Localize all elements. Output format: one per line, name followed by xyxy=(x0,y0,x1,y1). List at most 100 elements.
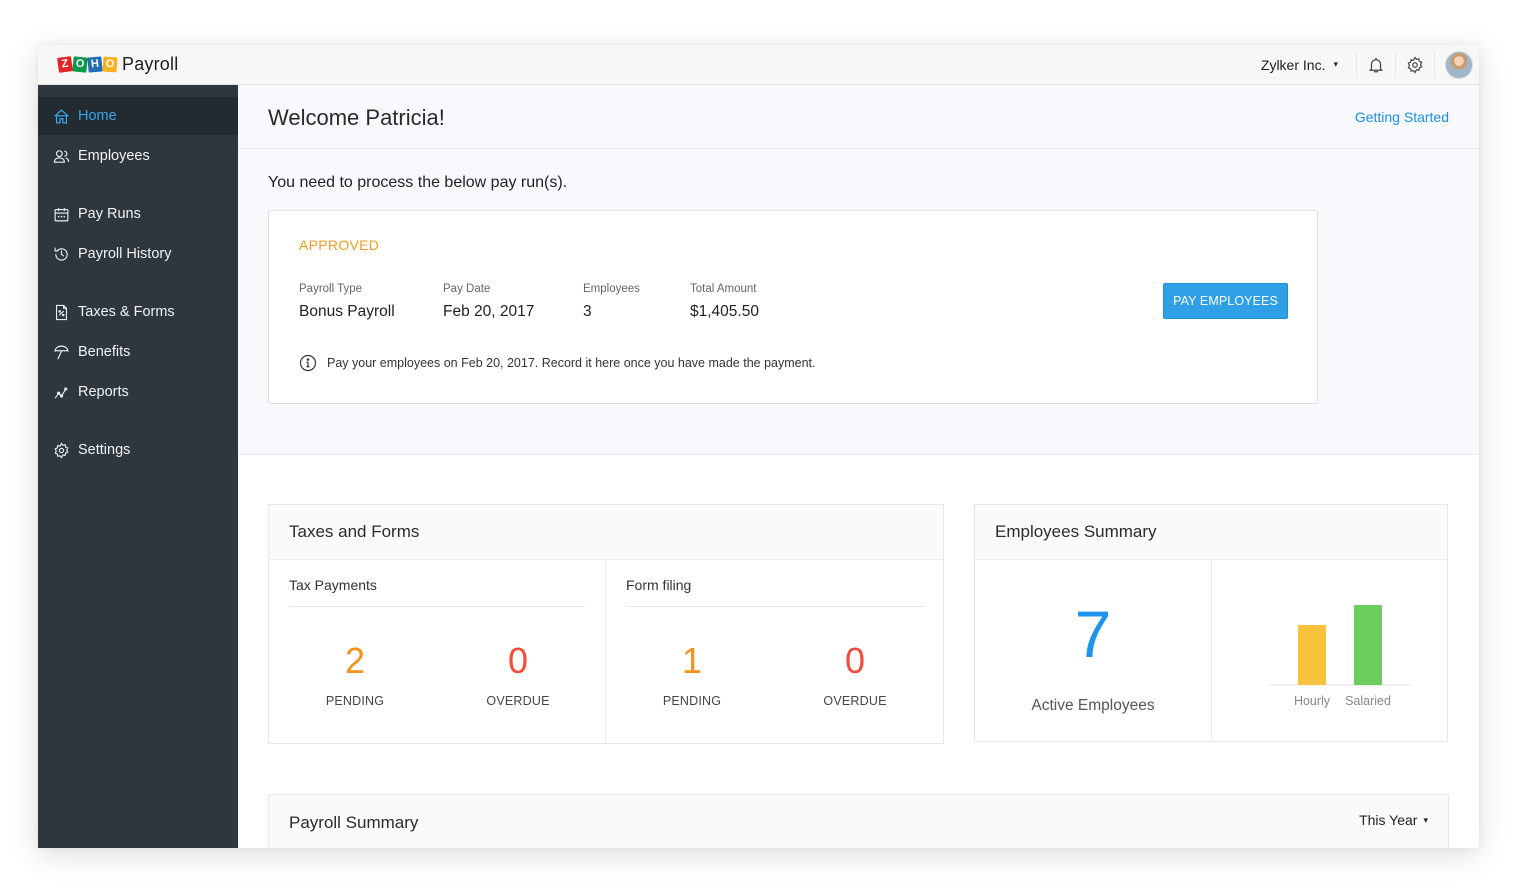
chevron-down-icon: ▾ xyxy=(1333,59,1338,70)
page-header: Welcome Patricia! Getting Started xyxy=(238,85,1479,149)
pay-run-card: APPROVED Payroll Type Bonus Payroll Pay … xyxy=(268,210,1318,404)
sidebar-item-label: Benefits xyxy=(78,344,130,360)
pending-count: 1 xyxy=(632,640,752,682)
field-value: 3 xyxy=(583,303,640,321)
bar-hourly[interactable] xyxy=(1298,625,1326,685)
sidebar-item-label: Reports xyxy=(78,384,129,400)
period-dropdown[interactable]: This Year ▾ xyxy=(1359,812,1428,828)
widget-title: Employees Summary xyxy=(975,505,1447,560)
sidebar-item-taxes-forms[interactable]: Taxes & Forms xyxy=(38,293,238,331)
form-filing-pending[interactable]: 1 PENDING xyxy=(632,640,752,708)
payment-info-text: Pay your employees on Feb 20, 2017. Reco… xyxy=(327,356,816,370)
app-name: Payroll xyxy=(122,54,178,75)
employees-summary-widget: Employees Summary 7 Active Employees Hou… xyxy=(974,504,1448,742)
logo-letter-h: H xyxy=(87,56,102,72)
section-title: Form filing xyxy=(626,577,691,593)
getting-started-link[interactable]: Getting Started xyxy=(1355,109,1449,125)
field-label: Total Amount xyxy=(690,283,759,295)
gear-icon xyxy=(52,441,70,459)
taxes-forms-widget: Taxes and Forms Tax Payments 2 PENDING 0… xyxy=(268,504,944,744)
calendar-icon xyxy=(52,205,70,223)
logo-letter-o: O xyxy=(102,57,117,73)
zoho-payroll-logo[interactable]: Z O H O Payroll xyxy=(58,54,178,75)
organization-switcher[interactable]: Zylker Inc. ▾ xyxy=(1261,57,1356,73)
settings-button[interactable] xyxy=(1396,45,1434,85)
welcome-section: Welcome Patricia! Getting Started You ne… xyxy=(238,85,1479,455)
organization-name: Zylker Inc. xyxy=(1261,57,1326,73)
umbrella-icon xyxy=(52,343,70,361)
user-avatar[interactable] xyxy=(1445,51,1473,79)
field-label: Employees xyxy=(583,283,640,295)
gear-icon xyxy=(1406,56,1424,74)
users-icon xyxy=(52,147,70,165)
field-label: Pay Date xyxy=(443,283,534,295)
info-icon xyxy=(299,354,317,372)
tax-document-icon xyxy=(52,303,70,321)
bell-icon xyxy=(1367,56,1385,74)
sidebar: Home Employees Pay Runs Payroll History … xyxy=(38,85,238,848)
pay-run-intro: You need to process the below pay run(s)… xyxy=(268,174,567,192)
home-icon xyxy=(52,107,70,125)
page-title: Welcome Patricia! xyxy=(268,105,445,131)
field-value: Feb 20, 2017 xyxy=(443,303,534,321)
overdue-label: OVERDUE xyxy=(458,694,578,708)
widget-title: Payroll Summary xyxy=(269,795,1448,848)
line-chart-icon xyxy=(52,383,70,401)
overdue-count: 0 xyxy=(458,640,578,682)
sidebar-item-label: Taxes & Forms xyxy=(78,304,175,320)
pay-date-field: Pay Date Feb 20, 2017 xyxy=(443,283,534,321)
divider xyxy=(626,606,924,607)
tax-payments-pending[interactable]: 2 PENDING xyxy=(295,640,415,708)
notifications-button[interactable] xyxy=(1357,45,1395,85)
sidebar-item-payroll-history[interactable]: Payroll History xyxy=(38,235,238,273)
active-employees-panel[interactable]: 7 Active Employees xyxy=(975,560,1212,742)
active-employees-label: Active Employees xyxy=(975,697,1211,715)
field-value: $1,405.50 xyxy=(690,303,759,321)
sidebar-item-benefits[interactable]: Benefits xyxy=(38,333,238,371)
form-filing-section: Form filing 1 PENDING 0 OVERDUE xyxy=(606,560,944,744)
employee-type-chart: Hourly Salaried xyxy=(1212,560,1448,742)
status-badge: APPROVED xyxy=(299,237,379,253)
field-label: Payroll Type xyxy=(299,283,395,295)
section-title: Tax Payments xyxy=(289,577,377,593)
sidebar-item-employees[interactable]: Employees xyxy=(38,137,238,175)
payroll-summary-widget: Payroll Summary This Year ▾ xyxy=(268,794,1449,848)
sidebar-item-label: Employees xyxy=(78,148,150,164)
pending-label: PENDING xyxy=(295,694,415,708)
period-value: This Year xyxy=(1359,812,1417,828)
logo-letter-o: O xyxy=(72,56,87,72)
logo-letter-z: Z xyxy=(57,56,73,73)
employees-field: Employees 3 xyxy=(583,283,640,321)
chevron-down-icon: ▾ xyxy=(1423,815,1428,826)
divider xyxy=(289,606,585,607)
pay-employees-button[interactable]: PAY EMPLOYEES xyxy=(1163,283,1288,319)
bar-salaried[interactable] xyxy=(1354,605,1382,685)
history-icon xyxy=(52,245,70,263)
divider xyxy=(1434,52,1435,78)
top-bar: Z O H O Payroll Zylker Inc. ▾ xyxy=(38,45,1479,85)
pending-label: PENDING xyxy=(632,694,752,708)
sidebar-item-label: Home xyxy=(78,108,117,124)
sidebar-item-pay-runs[interactable]: Pay Runs xyxy=(38,195,238,233)
x-tick-label: Hourly xyxy=(1294,694,1331,708)
field-value: Bonus Payroll xyxy=(299,303,395,321)
overdue-label: OVERDUE xyxy=(795,694,915,708)
tax-payments-section: Tax Payments 2 PENDING 0 OVERDUE xyxy=(269,560,606,744)
overdue-count: 0 xyxy=(795,640,915,682)
main-content: Welcome Patricia! Getting Started You ne… xyxy=(238,85,1479,848)
sidebar-item-label: Settings xyxy=(78,442,130,458)
employee-type-bar-chart: Hourly Salaried xyxy=(1212,560,1448,742)
sidebar-item-label: Payroll History xyxy=(78,246,171,262)
sidebar-item-label: Pay Runs xyxy=(78,206,141,222)
form-filing-overdue[interactable]: 0 OVERDUE xyxy=(795,640,915,708)
total-amount-field: Total Amount $1,405.50 xyxy=(690,283,759,321)
sidebar-item-reports[interactable]: Reports xyxy=(38,373,238,411)
pending-count: 2 xyxy=(295,640,415,682)
sidebar-item-home[interactable]: Home xyxy=(38,97,238,135)
payment-info: Pay your employees on Feb 20, 2017. Reco… xyxy=(299,354,816,372)
payroll-type-field: Payroll Type Bonus Payroll xyxy=(299,283,395,321)
zoho-logo-icon: Z O H O xyxy=(58,57,118,72)
sidebar-item-settings[interactable]: Settings xyxy=(38,431,238,469)
tax-payments-overdue[interactable]: 0 OVERDUE xyxy=(458,640,578,708)
x-tick-label: Salaried xyxy=(1345,694,1391,708)
